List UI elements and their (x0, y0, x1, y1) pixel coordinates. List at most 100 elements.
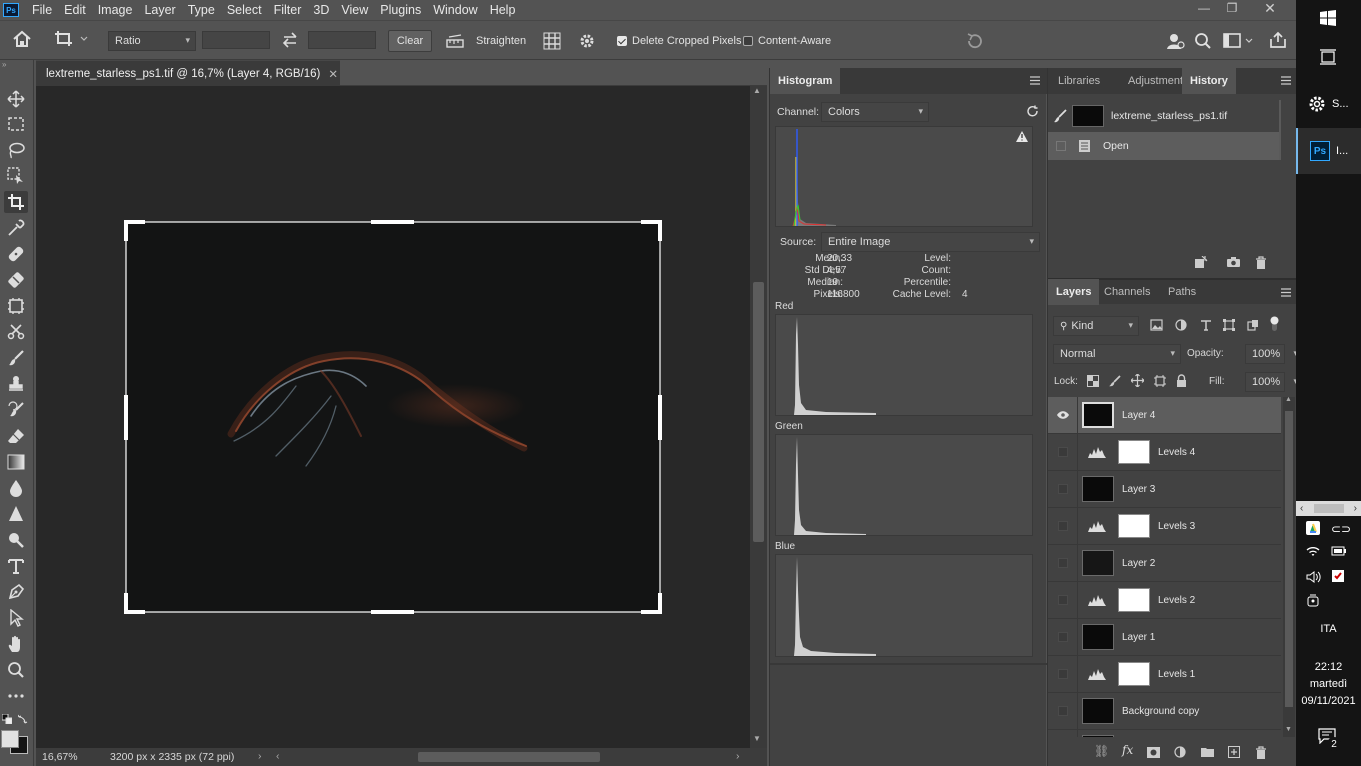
clear-button[interactable]: Clear (388, 30, 432, 52)
channel-select[interactable]: Colors ▾ (821, 102, 929, 122)
wifi-icon[interactable] (1306, 545, 1320, 557)
ratio-select[interactable]: Ratio ▾ (108, 31, 196, 51)
menu-type[interactable]: Type (182, 0, 221, 20)
ratio-width-input[interactable] (202, 31, 270, 49)
vertical-scrollbar[interactable]: ▲ ▼ (750, 86, 767, 748)
swap-colors-icon[interactable] (18, 714, 28, 724)
pixel-layer-filter-icon[interactable] (1150, 319, 1163, 331)
menu-select[interactable]: Select (221, 0, 268, 20)
workspace-icon[interactable] (1223, 32, 1253, 50)
visibility-toggle[interactable] (1048, 507, 1078, 545)
battery-icon[interactable] (1331, 546, 1347, 556)
panel-menu-icon[interactable] (1281, 288, 1291, 297)
document-tab[interactable]: lextreme_starless_ps1.tif @ 16,7% (Layer… (36, 60, 340, 86)
google-drive-icon[interactable] (1306, 521, 1320, 535)
menu-edit[interactable]: Edit (58, 0, 92, 20)
visibility-toggle[interactable] (1048, 581, 1078, 619)
path-selection-tool-icon[interactable] (4, 607, 28, 629)
menu-layer[interactable]: Layer (138, 0, 181, 20)
visibility-toggle[interactable] (1048, 397, 1078, 434)
layer-row[interactable]: Layer 3 (1048, 470, 1281, 508)
lock-all-icon[interactable] (1176, 374, 1187, 387)
filter-toggle[interactable] (1270, 316, 1279, 332)
shape-filter-icon[interactable] (1223, 319, 1235, 331)
canvas-area[interactable] (36, 86, 750, 748)
layer-row[interactable]: Layer 4 (1048, 397, 1281, 434)
eyedropper-tool-icon[interactable] (4, 217, 28, 239)
layer-row[interactable]: Background copy (1048, 692, 1281, 730)
layer-thumbnail[interactable] (1082, 402, 1114, 428)
layers-scroll-thumb[interactable] (1285, 411, 1293, 707)
visibility-toggle[interactable] (1048, 655, 1078, 693)
straighten-icon[interactable] (446, 33, 464, 49)
close-window-button[interactable]: ✕ (1256, 0, 1284, 16)
tab-paths[interactable]: Paths (1160, 279, 1204, 305)
pen-tool-icon[interactable] (4, 581, 28, 603)
layer-mask-thumbnail[interactable] (1118, 440, 1150, 464)
swap-icon[interactable] (281, 32, 299, 48)
source-select[interactable]: Entire Image ▾ (821, 232, 1040, 252)
lock-artboard-icon[interactable] (1154, 375, 1166, 387)
brush-tool-icon[interactable] (4, 269, 28, 291)
clock-date[interactable]: 09/11/2021 (1296, 695, 1361, 707)
menu-filter[interactable]: Filter (268, 0, 308, 20)
scroll-up-icon[interactable]: ▲ (1285, 396, 1292, 403)
layers-scrollbar[interactable]: ▲ ▼ (1283, 396, 1295, 737)
collapse-icon[interactable]: » (2, 60, 6, 69)
menu-view[interactable]: View (335, 0, 374, 20)
home-icon[interactable] (12, 30, 32, 48)
layer-thumbnail[interactable] (1082, 476, 1114, 502)
camera-icon[interactable] (1226, 256, 1241, 268)
link-icon[interactable]: ⊂⊃ (1331, 522, 1351, 536)
history-item[interactable]: Open (1048, 132, 1280, 160)
account-icon[interactable] (1165, 31, 1185, 51)
photoshop-logo[interactable]: Ps (3, 3, 19, 17)
add-mask-icon[interactable] (1147, 747, 1160, 758)
layer-mask-thumbnail[interactable] (1118, 514, 1150, 538)
visibility-toggle[interactable] (1048, 692, 1078, 730)
minimize-button[interactable]: — (1190, 0, 1218, 16)
zoom-level[interactable]: 16,67% (42, 751, 78, 763)
scissors-tool-icon[interactable] (4, 321, 28, 343)
crop-canvas[interactable] (36, 86, 750, 748)
straighten-label[interactable]: Straighten (476, 35, 526, 47)
scroll-right-icon[interactable]: › (736, 750, 740, 762)
crop-preset-icon[interactable] (54, 30, 88, 48)
chevron-right-icon[interactable]: › (1354, 503, 1357, 514)
history-brush-tool-icon[interactable] (4, 399, 28, 421)
crop-tool-icon[interactable] (4, 191, 28, 213)
horizontal-scroll-thumb[interactable] (418, 752, 600, 762)
new-layer-icon[interactable] (1228, 746, 1240, 758)
notifications-button[interactable]: 2 (1318, 728, 1342, 752)
layer-thumbnail[interactable] (1082, 698, 1114, 724)
delete-layer-icon[interactable] (1255, 746, 1267, 759)
paint-brush-tool-icon[interactable] (4, 347, 28, 369)
taskbar-settings-item[interactable]: S... (1296, 85, 1361, 123)
clock-day[interactable]: martedì (1296, 678, 1361, 690)
refresh-icon[interactable] (1026, 105, 1039, 118)
scroll-down-icon[interactable]: ▼ (753, 734, 761, 743)
layer-mask-thumbnail[interactable] (1118, 662, 1150, 686)
volume-icon[interactable] (1306, 571, 1321, 583)
fill-input[interactable]: 100% ▾ (1245, 372, 1298, 392)
layer-row[interactable]: Layer 2 (1048, 544, 1281, 582)
content-aware-checkbox[interactable] (743, 36, 753, 46)
layer-name[interactable]: Background copy (1122, 706, 1199, 717)
search-icon[interactable] (1194, 32, 1212, 50)
visibility-toggle[interactable] (1048, 544, 1078, 582)
gear-icon[interactable] (578, 32, 596, 50)
history-snapshot[interactable]: lextreme_starless_ps1.tif (1048, 102, 1280, 130)
layer-row[interactable]: Layer 1 (1048, 618, 1281, 656)
layer-name[interactable]: Levels 2 (1158, 595, 1195, 606)
layer-name[interactable]: Layer 1 (1122, 632, 1155, 643)
menu-window[interactable]: Window (427, 0, 483, 20)
layer-name[interactable]: Layer 4 (1122, 410, 1155, 421)
layer-row[interactable]: Levels 3 (1048, 507, 1281, 545)
stamp-tool-icon[interactable] (4, 373, 28, 395)
layer-row-partial[interactable] (1048, 729, 1281, 737)
zoom-tool-icon[interactable] (4, 659, 28, 681)
visibility-toggle[interactable] (1048, 470, 1078, 508)
lock-pixels-icon[interactable] (1109, 375, 1121, 387)
object-select-tool-icon[interactable] (4, 165, 28, 187)
healing-brush-tool-icon[interactable] (4, 243, 28, 265)
